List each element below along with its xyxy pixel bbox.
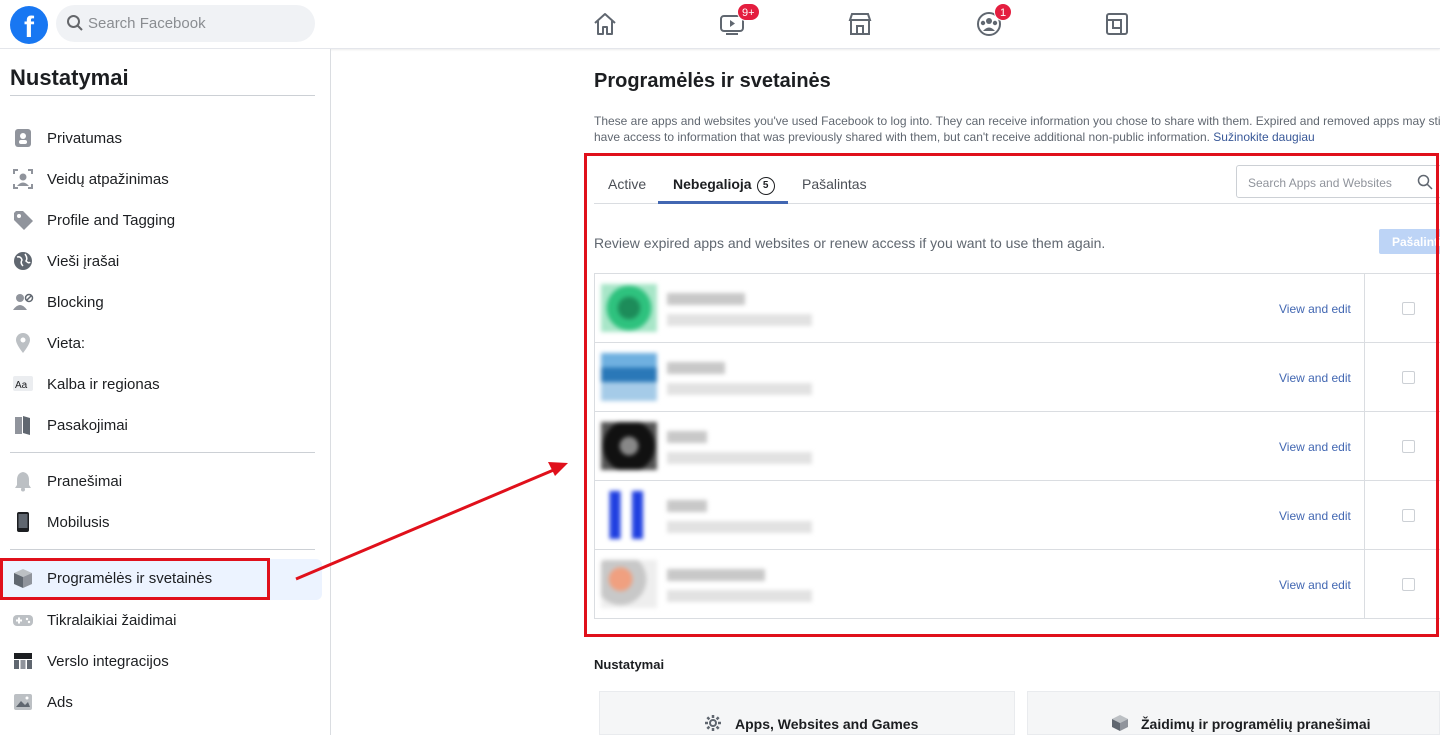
sidebar-item-label: Pasakojimai <box>47 417 128 434</box>
top-navigation-bar: f Search Facebook 9+ 1 <box>0 0 1440 49</box>
search-icon <box>67 15 83 31</box>
description-line-2-text: have access to information that was prev… <box>594 130 1210 144</box>
tag-icon <box>14 211 33 230</box>
facebook-logo[interactable]: f <box>10 6 48 44</box>
settings-sidebar: Nustatymai Privatumas Veidų atpažinimas … <box>0 49 331 735</box>
apps-websites-games-card[interactable]: Apps, Websites and Games <box>599 691 1015 735</box>
search-placeholder: Search Facebook <box>88 15 206 32</box>
sidebar-item-label: Blocking <box>47 294 104 311</box>
highlight-box-sidebar <box>0 558 270 600</box>
sidebar-item-instant-games[interactable]: Tikralaikiai žaidimai <box>0 601 322 642</box>
sidebar-item-label: Profile and Tagging <box>47 212 176 229</box>
ads-icon <box>14 694 32 710</box>
cube-icon <box>1112 715 1128 731</box>
watch-notification-badge: 9+ <box>737 3 760 21</box>
sidebar-item-label: Privatumas <box>47 130 123 147</box>
sidebar-divider <box>10 549 315 550</box>
globe-icon <box>14 252 32 270</box>
sidebar-item-label: Veidų atpažinimas <box>47 171 169 188</box>
game-controller-icon <box>13 615 33 626</box>
privacy-lock-icon <box>15 129 31 147</box>
sidebar-item-label: Vieši įrašai <box>47 253 120 270</box>
business-integration-icon <box>14 653 32 669</box>
sidebar-item-label: Ads <box>47 694 73 711</box>
blocking-icon <box>13 293 34 310</box>
face-recognition-icon <box>13 169 33 189</box>
mobile-phone-icon <box>17 512 29 532</box>
sidebar-item-label: Mobilusis <box>47 514 110 531</box>
card-label: Apps, Websites and Games <box>735 716 919 732</box>
sidebar-item-language[interactable]: Aa Kalba ir regionas <box>0 365 322 406</box>
page-title: Programėlės ir svetainės <box>594 70 831 92</box>
sidebar-item-privacy[interactable]: Privatumas <box>0 119 322 160</box>
sidebar-item-stories[interactable]: Pasakojimai <box>0 406 322 447</box>
card-label: Žaidimų ir programėlių pranešimai <box>1141 716 1371 732</box>
sidebar-item-label: Vieta: <box>47 335 86 352</box>
groups-notification-badge: 1 <box>994 3 1012 21</box>
sidebar-item-notifications[interactable]: Pranešimai <box>0 462 322 503</box>
sidebar-item-location[interactable]: Vieta: <box>0 324 322 365</box>
sidebar-item-label: Verslo integracijos <box>47 653 169 670</box>
sidebar-item-profile-tagging[interactable]: Profile and Tagging <box>0 201 322 242</box>
sidebar-item-ads[interactable]: Ads <box>0 683 322 724</box>
page-description: These are apps and websites you've used … <box>594 113 1440 145</box>
sidebar-item-label: Pranešimai <box>47 473 123 490</box>
stories-book-icon <box>15 416 30 435</box>
description-line-1: These are apps and websites you've used … <box>594 114 1440 128</box>
sidebar-title: Nustatymai <box>10 65 129 90</box>
marketplace-icon[interactable] <box>846 10 874 38</box>
language-icon: Aa <box>13 376 33 391</box>
gaming-icon[interactable] <box>1103 10 1131 38</box>
description-line-2: have access to information that was prev… <box>594 129 1440 145</box>
sidebar-item-mobile[interactable]: Mobilusis <box>0 503 322 544</box>
home-icon[interactable] <box>591 10 619 38</box>
sidebar-item-face-recognition[interactable]: Veidų atpažinimas <box>0 160 322 201</box>
sidebar-item-business-integrations[interactable]: Verslo integracijos <box>0 642 322 683</box>
sidebar-item-blocking[interactable]: Blocking <box>0 283 322 324</box>
settings-section-title: Nustatymai <box>594 657 665 672</box>
location-pin-icon <box>16 333 30 353</box>
bell-icon <box>15 472 31 492</box>
sidebar-item-public-posts[interactable]: Vieši įrašai <box>0 242 322 283</box>
game-app-notifications-card[interactable]: Žaidimų ir programėlių pranešimai <box>1027 691 1440 735</box>
svg-text:Aa: Aa <box>15 380 28 391</box>
sidebar-divider <box>10 452 315 453</box>
sidebar-item-label: Tikralaikiai žaidimai <box>47 612 177 629</box>
sidebar-divider <box>10 95 315 96</box>
facebook-search-input[interactable]: Search Facebook <box>56 5 315 42</box>
highlight-box-apps-panel <box>584 153 1439 637</box>
sidebar-item-label: Kalba ir regionas <box>47 376 160 393</box>
learn-more-link[interactable]: Sužinokite daugiau <box>1213 130 1314 144</box>
gear-icon <box>705 715 721 731</box>
